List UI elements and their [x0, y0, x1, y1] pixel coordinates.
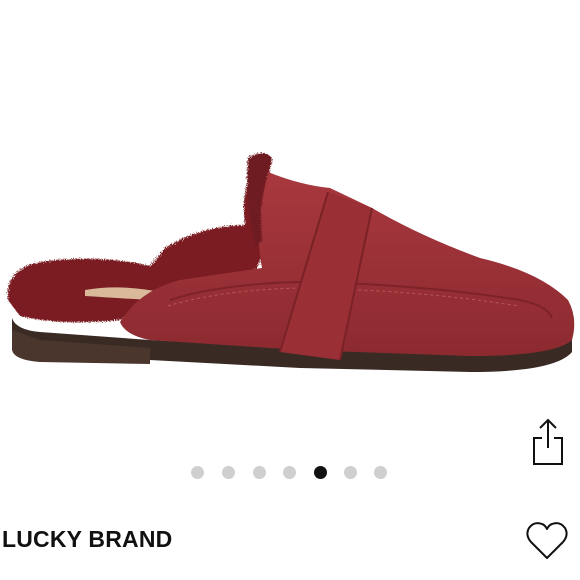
like-button[interactable]: [523, 516, 571, 564]
share-icon: [533, 418, 563, 465]
carousel-dot-1[interactable]: [191, 466, 204, 479]
carousel-dot-4[interactable]: [283, 466, 296, 479]
carousel-dot-6[interactable]: [344, 466, 357, 479]
carousel-dot-2[interactable]: [222, 466, 235, 479]
share-button[interactable]: [526, 414, 570, 470]
brand-name[interactable]: LUCKY BRAND: [2, 526, 172, 553]
carousel-dots: [0, 466, 580, 480]
listing-page: LUCKY BRAND: [0, 0, 580, 580]
carousel-dot-5-active[interactable]: [314, 466, 327, 479]
product-image[interactable]: [0, 0, 580, 400]
carousel-dot-7[interactable]: [374, 466, 387, 479]
heart-icon: [526, 522, 568, 559]
carousel-dot-3[interactable]: [253, 466, 266, 479]
